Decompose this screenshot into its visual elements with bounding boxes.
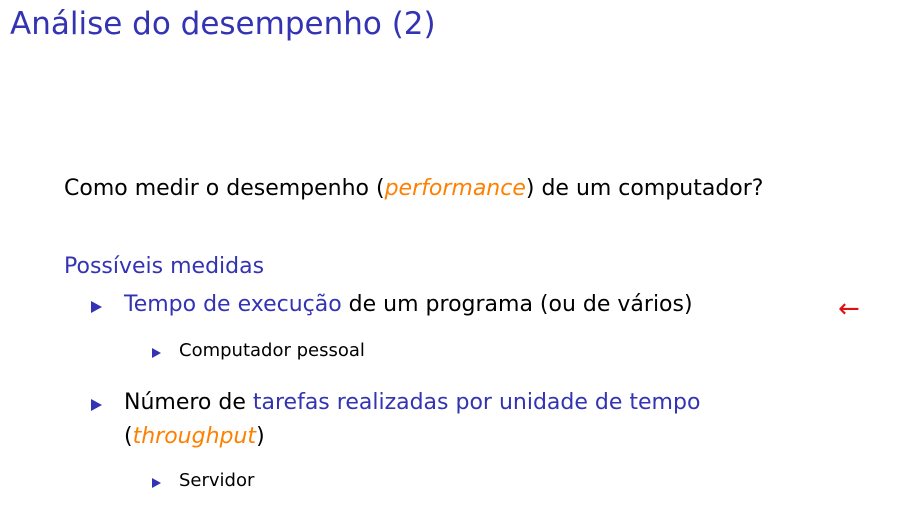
paren-close: ) [256,424,265,449]
paren-open: ( [124,424,133,449]
list-item-throughput-line2: (throughput) [124,424,265,449]
list-item-execution-time: Tempo de execução de um programa (ou de … [124,292,693,317]
item-lead: Número de [124,390,253,415]
subitem-personal-computer: Computador pessoal [179,340,365,361]
question-after: ) de um computador? [525,176,764,201]
question-text: Como medir o desempenho (performance) de… [64,176,763,201]
sub-bullet-triangle-icon [152,348,161,358]
item-highlight: tarefas realizadas por unidade de tempo [252,390,701,415]
item-emphasis: throughput [132,424,257,449]
question-emphasis: performance [384,176,526,201]
sub-bullet-triangle-icon [152,478,161,488]
slide-title: Análise do desempenho (2) [10,6,436,42]
section-heading: Possíveis medidas [64,254,265,279]
item-highlight: Tempo de execução [124,292,342,317]
bullet-triangle-icon [91,399,102,411]
subitem-server: Servidor [179,470,255,491]
question-before: Como medir o desempenho ( [64,176,385,201]
left-arrow-icon: ← [838,294,860,324]
item-text: de um programa (ou de vários) [341,292,693,317]
bullet-triangle-icon [91,301,102,313]
list-item-throughput: Número de tarefas realizadas por unidade… [124,390,700,415]
